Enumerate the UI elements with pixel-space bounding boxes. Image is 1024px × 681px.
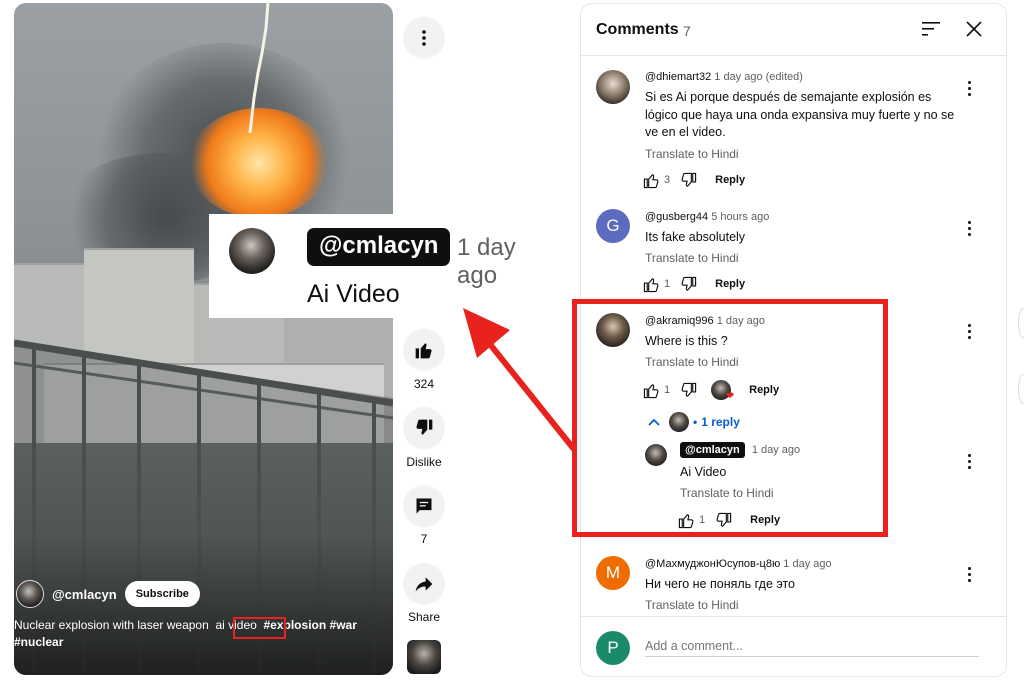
next-arrow-edge[interactable] <box>1018 308 1024 338</box>
translate-link[interactable]: Translate to Hindi <box>645 251 739 265</box>
commenter-avatar[interactable]: M <box>596 556 630 590</box>
commenter-avatar[interactable]: G <box>596 209 630 243</box>
comment-count: 7 <box>420 532 428 546</box>
dislike-label: Dislike <box>406 455 442 469</box>
thumb-down-icon[interactable] <box>680 172 697 189</box>
commenter-avatar[interactable] <box>596 70 630 104</box>
comment-menu-icon[interactable] <box>966 324 972 340</box>
comment-meta: @dhiemart32 1 day ago (edited) <box>645 71 803 83</box>
reply-menu-icon[interactable] <box>966 454 972 470</box>
add-comment-input[interactable] <box>645 635 979 657</box>
translate-link[interactable]: Translate to Hindi <box>645 598 739 612</box>
comment-time: 1 day ago <box>783 558 832 570</box>
comments-title: Comments <box>596 21 679 38</box>
comment-time: 5 hours ago <box>711 211 770 223</box>
comment-meta: @gusberg44 5 hours ago <box>645 211 769 223</box>
channel-row: @cmlacyn Subscribe <box>16 580 200 608</box>
callout-avatar <box>229 228 275 274</box>
next-arrow-edge-lower[interactable] <box>1018 374 1024 404</box>
like-count: 1 <box>664 278 671 290</box>
thumb-down-icon[interactable] <box>680 276 697 293</box>
reply-button[interactable]: Reply <box>715 174 745 186</box>
comment-text: Si es Ai porque después de semajante exp… <box>645 90 955 139</box>
like-button[interactable] <box>403 329 445 371</box>
share-label: Share <box>407 610 441 624</box>
comment-author[interactable]: @МахмуджонЮсупов-ц8ю <box>645 558 780 570</box>
more-vertical-icon <box>422 30 426 46</box>
channel-handle[interactable]: @cmlacyn <box>52 587 117 602</box>
highlight-box-comment-thread <box>572 299 888 537</box>
translate-link[interactable]: Translate to Hindi <box>645 147 739 161</box>
like-count: 3 <box>664 174 671 186</box>
comment-actions: 1 Reply <box>643 274 745 294</box>
video-player[interactable] <box>14 3 393 675</box>
comment-menu-icon[interactable] <box>966 81 972 97</box>
comment-icon <box>416 498 432 514</box>
thumb-up-icon <box>415 343 432 359</box>
comment-author[interactable]: @dhiemart32 <box>645 71 711 83</box>
sound-thumbnail[interactable] <box>407 640 441 674</box>
subscribe-button[interactable]: Subscribe <box>124 581 200 607</box>
comment-text: Ни чего не поняль где это <box>645 577 796 591</box>
reply-button[interactable]: Reply <box>715 278 745 290</box>
channel-avatar[interactable] <box>16 580 44 608</box>
comment-menu-icon[interactable] <box>966 221 972 237</box>
comment-time: 1 day ago (edited) <box>714 71 803 83</box>
dislike-button[interactable] <box>403 407 445 449</box>
highlight-box-caption <box>233 617 286 639</box>
like-count: 324 <box>413 377 435 391</box>
video-caption: Nuclear explosion with laser weapon ai v… <box>14 617 374 651</box>
comments-header: Comments 7 <box>581 4 1006 56</box>
share-icon <box>415 577 433 592</box>
current-user-avatar: P <box>596 631 630 665</box>
comment-meta: @МахмуджонЮсупов-ц8ю 1 day ago <box>645 558 832 570</box>
callout-handle: @cmlacyn <box>307 228 451 266</box>
comment-menu-icon[interactable] <box>966 567 972 583</box>
callout-text: Ai Video <box>307 280 400 308</box>
thumb-down-icon <box>416 419 433 435</box>
callout-time: 1 day ago <box>457 234 516 289</box>
add-comment-bar: P <box>581 616 1006 676</box>
caption-hashtag-nuclear[interactable]: #nuclear <box>14 635 63 649</box>
caption-text: Nuclear explosion with laser weapon <box>14 618 209 632</box>
comments-count: 7 <box>683 23 691 39</box>
comments-button[interactable] <box>403 485 445 527</box>
comment-text: Its fake absolutely <box>645 230 746 244</box>
comment-actions: 3 Reply <box>643 170 745 190</box>
comment-author[interactable]: @gusberg44 <box>645 211 708 223</box>
sort-icon[interactable] <box>921 20 941 38</box>
thumb-up-icon[interactable] <box>643 172 660 189</box>
thumb-up-icon[interactable] <box>643 276 660 293</box>
red-arrow-annotation <box>463 308 576 451</box>
share-button[interactable] <box>403 563 445 605</box>
close-icon[interactable] <box>964 19 984 39</box>
more-options-button[interactable] <box>403 17 445 59</box>
